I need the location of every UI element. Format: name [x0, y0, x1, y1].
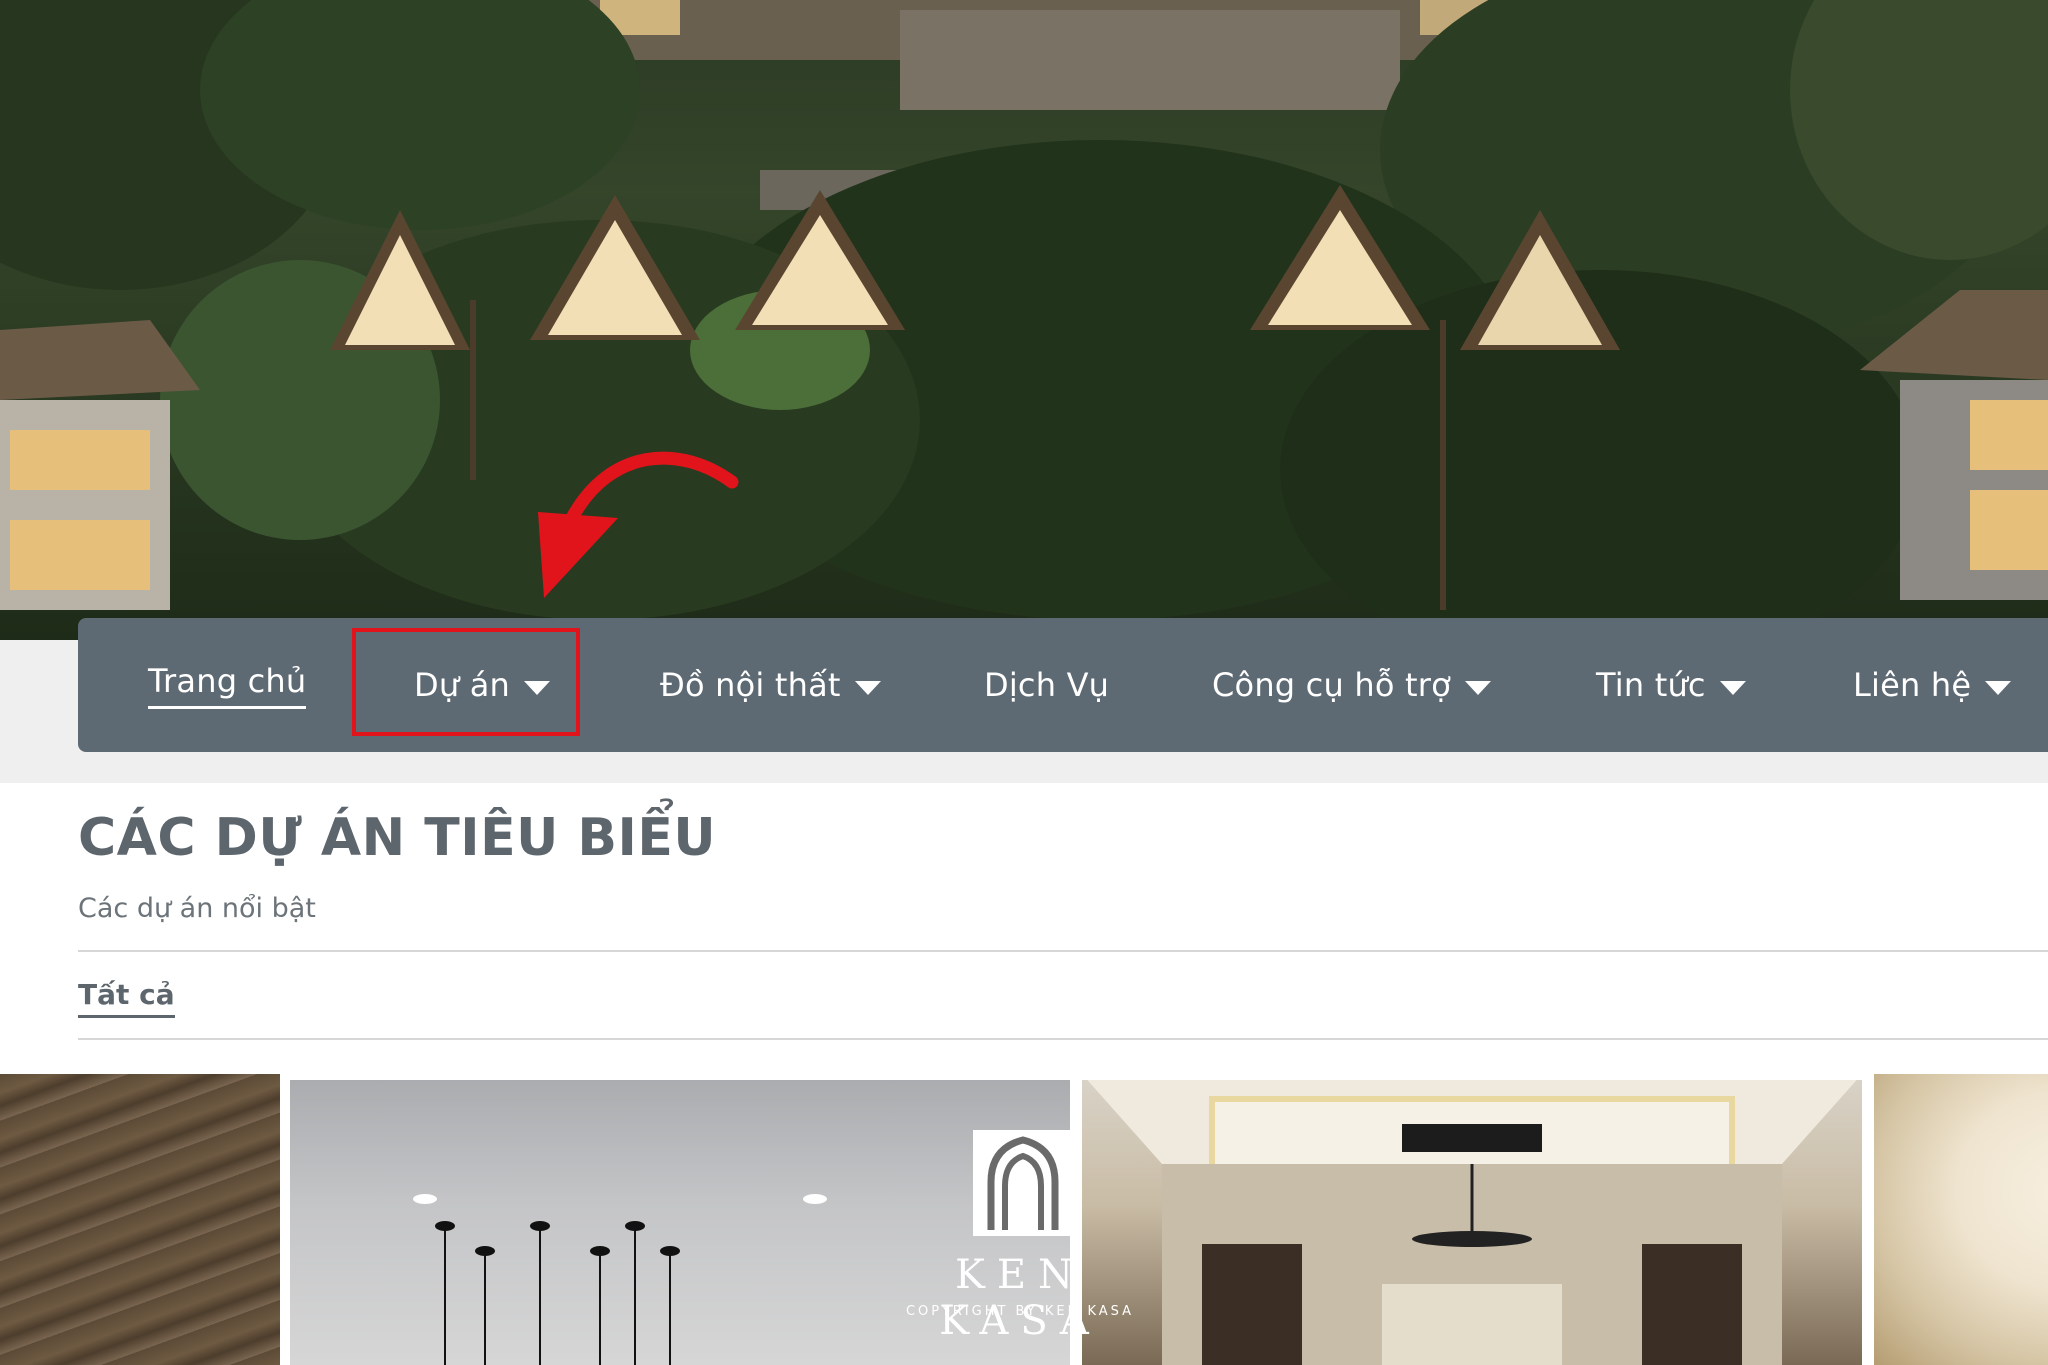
nav-item-trang-chu[interactable]: Trang chủ	[148, 618, 307, 752]
nav-item-do-noi-that[interactable]: Đồ nội thất	[660, 618, 881, 752]
nav-label: Trang chủ	[148, 662, 307, 709]
caret-down-icon	[1719, 681, 1746, 695]
project-thumbnail-wood-ceiling[interactable]	[0, 1074, 280, 1365]
watermark-copyright: COPYRIGHT BY KEN KASA	[905, 1304, 1135, 1319]
nav-item-dich-vu[interactable]: Dịch Vụ	[984, 618, 1109, 752]
classic-interior-illustration	[1082, 1074, 1862, 1365]
caret-down-icon	[854, 681, 881, 695]
section-subtitle: Các dự án nổi bật	[78, 893, 316, 924]
nav-item-cong-cu-ho-tro[interactable]: Công cụ hỗ trợ	[1212, 618, 1491, 752]
nav-label: Liên hệ	[1853, 666, 1972, 704]
caret-down-icon	[1985, 681, 2012, 695]
nav-label: Công cụ hỗ trợ	[1212, 666, 1451, 704]
arch-logo-icon	[973, 1130, 1073, 1236]
nav-item-tin-tuc[interactable]: Tin tức	[1596, 618, 1746, 752]
caret-down-icon	[1464, 681, 1491, 695]
red-curved-arrow-icon	[538, 451, 739, 598]
nav-label: Tin tức	[1596, 666, 1706, 704]
project-thumbnail-classic-interior[interactable]	[1082, 1074, 1862, 1365]
project-thumbnail-ornate-ceiling[interactable]	[1874, 1074, 2048, 1365]
watermark-brand: KEN KASA	[939, 1252, 1101, 1344]
divider	[78, 1038, 2048, 1040]
nav-label: Đồ nội thất	[660, 666, 841, 704]
highlight-box-du-an	[352, 628, 580, 736]
hero-image	[0, 0, 2048, 640]
divider	[78, 950, 2048, 952]
brand-watermark: KEN KASA COPYRIGHT BY KEN KASA	[870, 1130, 1170, 1344]
section-title: CÁC DỰ ÁN TIÊU BIỂU	[78, 808, 717, 868]
resort-hillside-illustration	[0, 0, 2048, 640]
filter-tab-all[interactable]: Tất cả	[78, 978, 175, 1018]
nav-label: Dịch Vụ	[984, 666, 1110, 704]
nav-item-lien-he[interactable]: Liên hệ	[1853, 618, 2012, 752]
